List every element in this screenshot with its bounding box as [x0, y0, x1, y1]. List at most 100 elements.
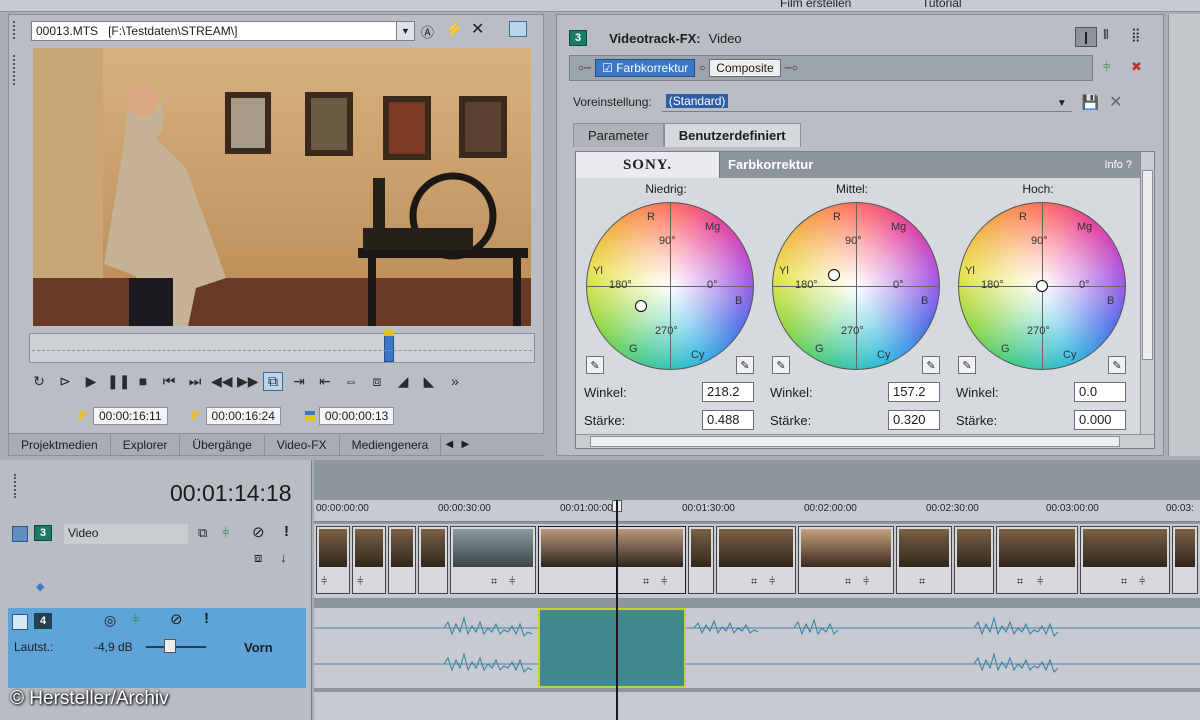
scrub-handle[interactable] — [384, 334, 394, 362]
track-fx-icon[interactable]: ⫩ — [132, 612, 139, 628]
play-icon[interactable]: ▶ — [81, 373, 101, 390]
eyedropper-icon[interactable]: ✎ — [958, 356, 976, 374]
go-to-start-icon[interactable]: ⏮ — [159, 373, 179, 390]
overwrite-icon[interactable]: ⇤ — [315, 373, 335, 390]
video-clip[interactable] — [418, 526, 448, 594]
color-wheel-mid[interactable]: R Mg B Cy G Yl 90° 180° 0° 270° — [772, 202, 940, 370]
properties-icon[interactable]: Ⓐ — [421, 22, 434, 41]
timeline-area[interactable]: 00:00:00:00 00:00:30:00 00:01:00:00 00:0… — [314, 460, 1200, 720]
clip-fx-icon[interactable]: ⫩ — [357, 576, 363, 589]
video-track-header[interactable]: 3 Video ⧉ ⫩ ⊘ ! ⧈ ↓ ◆ — [8, 520, 306, 600]
plugin-horizontal-scrollbar[interactable] — [576, 434, 1154, 448]
eyedropper-icon[interactable]: ✎ — [586, 356, 604, 374]
clip-fx-icon[interactable]: ⫩ — [769, 576, 775, 589]
crop-icon[interactable]: ⌗ — [491, 576, 497, 589]
video-clip[interactable] — [954, 526, 994, 594]
volume-slider[interactable] — [146, 646, 206, 648]
mute-icon[interactable]: ⊘ — [252, 523, 265, 541]
chevron-right-icon[interactable]: ▶ — [457, 439, 473, 450]
crop-icon[interactable]: ⌗ — [751, 576, 757, 589]
previous-frame-icon[interactable]: ◀◀ — [211, 373, 233, 390]
crop-icon[interactable]: ⌗ — [1121, 576, 1127, 589]
video-clip[interactable]: ⌗ ⫩ — [716, 526, 796, 594]
plugin-vertical-scrollbar[interactable] — [1140, 152, 1154, 436]
crop-icon[interactable]: ⌗ — [845, 576, 851, 589]
angle-mid-input[interactable]: 157.2 — [888, 382, 940, 402]
crop-icon[interactable]: ⌗ — [919, 576, 925, 589]
expand-icon[interactable]: ◆ — [36, 580, 44, 593]
crop-icon[interactable]: ⌗ — [643, 576, 649, 589]
track-name-field[interactable]: Video — [64, 524, 188, 544]
pause-icon[interactable]: ❚❚ — [107, 373, 130, 390]
layout-grid-icon[interactable]: ⣿ — [1131, 27, 1141, 43]
angle-low-input[interactable]: 218.2 — [702, 382, 754, 402]
video-clip[interactable] — [1172, 526, 1198, 594]
tab-custom[interactable]: Benutzerdefiniert — [663, 123, 801, 147]
eyedropper-icon[interactable]: ✎ — [922, 356, 940, 374]
video-clip[interactable]: ⌗ ⫩ — [798, 526, 894, 594]
layout-double-icon[interactable]: ⦀ — [1103, 27, 1109, 43]
eyedropper-icon[interactable]: ✎ — [736, 356, 754, 374]
crop-icon[interactable]: ⌗ — [1017, 576, 1023, 589]
clip-fx-icon[interactable]: ⫩ — [863, 576, 869, 589]
play-from-start-icon[interactable]: ⊳ — [55, 373, 75, 390]
next-frame-icon[interactable]: ▶▶ — [237, 373, 259, 390]
clip-fx-icon[interactable]: ⫩ — [321, 576, 327, 589]
lightning-icon[interactable]: ⚡ — [445, 20, 464, 38]
track-mode[interactable]: Vorn — [244, 640, 273, 655]
replace-icon[interactable]: ⇔ — [341, 373, 361, 389]
chevron-left-icon[interactable]: ◀ — [441, 439, 457, 450]
wheel-mid-handle[interactable] — [828, 269, 840, 281]
fx-chip-composite[interactable]: Composite — [709, 59, 781, 77]
fit-icon[interactable]: ⧈ — [367, 373, 387, 390]
video-clip[interactable] — [388, 526, 416, 594]
tab-video-fx[interactable]: Video-FX — [265, 434, 340, 455]
loop-icon[interactable]: ↻ — [29, 373, 49, 390]
insert-icon[interactable]: ⇥ — [289, 373, 309, 390]
timeline-scrubber[interactable] — [29, 330, 535, 363]
in-timecode[interactable]: 00:00:16:11 — [93, 407, 168, 425]
more-icon[interactable]: » — [445, 373, 465, 389]
wheel-low-handle[interactable] — [635, 300, 647, 312]
angle-high-input[interactable]: 0.0 — [1074, 382, 1126, 402]
make-movie-button[interactable]: Film erstellen — [780, 0, 851, 10]
close-icon[interactable]: ✕ — [471, 19, 484, 39]
monitor-icon[interactable] — [509, 21, 527, 37]
delete-preset-icon[interactable]: ✕ — [1109, 92, 1122, 112]
video-clip[interactable]: ⌗ ⫩ — [996, 526, 1078, 594]
wheel-high-handle[interactable] — [1036, 280, 1048, 292]
compositing-icon[interactable]: ⧈ — [254, 550, 262, 566]
panel-grip[interactable] — [13, 21, 17, 39]
out-timecode[interactable]: 00:00:16:24 — [205, 407, 281, 425]
collapse-track-icon[interactable] — [12, 526, 28, 542]
solo-icon[interactable]: ! — [204, 610, 209, 627]
record-arm-icon[interactable]: ◎ — [104, 612, 116, 629]
go-to-end-icon[interactable]: ⏭ — [185, 373, 205, 390]
video-clip[interactable]: ⌗ ⫩ — [450, 526, 536, 594]
solo-icon[interactable]: ! — [284, 523, 289, 540]
marker-out-icon[interactable]: ◣ — [419, 373, 439, 390]
video-lane[interactable]: ⫩ ⫩ ⌗ ⫩ ⌗ ⫩ ⌗ ⫩ ⌗ ⫩ ⌗ ⌗ ⫩ ⌗ ⫩ — [314, 524, 1200, 598]
playhead[interactable] — [616, 500, 618, 720]
eyedropper-icon[interactable]: ✎ — [772, 356, 790, 374]
time-ruler[interactable]: 00:00:00:00 00:00:30:00 00:01:00:00 00:0… — [314, 500, 1200, 522]
clip-fx-icon[interactable]: ⫩ — [661, 576, 667, 589]
timeline-cursor-time[interactable]: 00:01:14:18 — [170, 480, 292, 507]
color-wheel-high[interactable]: R Mg B Cy G Yl 90° 180° 0° 270° — [958, 202, 1126, 370]
duration-timecode[interactable]: 00:00:00:13 — [318, 407, 395, 425]
volume-slider-thumb[interactable] — [164, 639, 176, 653]
tab-explorer[interactable]: Explorer — [111, 434, 181, 455]
stop-icon[interactable]: ■ — [133, 373, 153, 389]
chevron-down-icon[interactable]: ▼ — [396, 22, 414, 40]
collapse-track-icon[interactable] — [12, 614, 28, 630]
video-clip[interactable] — [688, 526, 714, 594]
video-clip[interactable]: ⌗ — [896, 526, 952, 594]
info-link[interactable]: Info ? — [1104, 152, 1142, 178]
fx-chip-farbkorrektur[interactable]: ☑ Farbkorrektur — [595, 59, 696, 77]
mute-icon[interactable]: ⊘ — [170, 610, 183, 628]
video-clip[interactable]: ⫩ — [352, 526, 386, 594]
selected-audio-clip[interactable] — [538, 608, 686, 688]
save-preset-icon[interactable]: 💾 — [1082, 94, 1099, 111]
tab-project-media[interactable]: Projektmedien — [9, 434, 111, 455]
audio-lane-2[interactable] — [314, 692, 1200, 720]
